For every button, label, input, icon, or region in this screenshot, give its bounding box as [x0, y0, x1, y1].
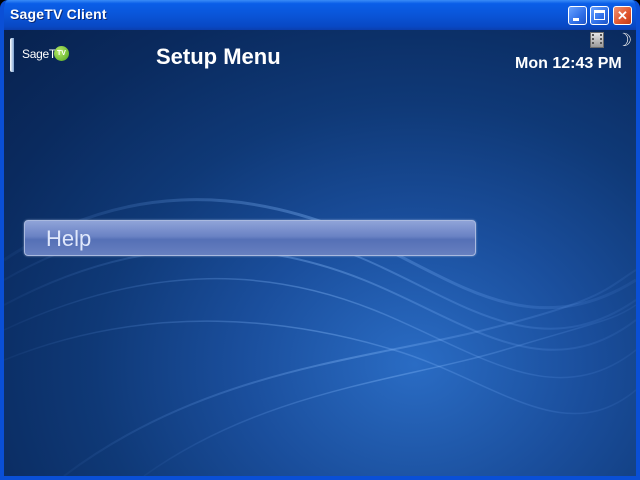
logo-bar — [10, 38, 14, 72]
app-window: SageTV Client ✕ SageTV TV Setup Menu ☽ M… — [0, 0, 640, 480]
film-icon — [590, 32, 604, 48]
close-icon: ✕ — [617, 8, 628, 23]
minimize-icon — [573, 18, 579, 21]
close-button[interactable]: ✕ — [613, 6, 632, 25]
moon-icon: ☽ — [616, 30, 633, 50]
menu-item-label: Help — [46, 226, 92, 251]
title-bar[interactable]: SageTV Client ✕ — [4, 0, 636, 30]
maximize-button[interactable] — [590, 6, 609, 25]
page-title: Setup Menu — [156, 44, 281, 69]
window-title: SageTV Client — [10, 6, 107, 22]
menu-item-help[interactable]: Help — [24, 220, 476, 256]
sagetv-logo: SageTV TV — [10, 38, 80, 72]
main-content: SageTV TV Setup Menu ☽ Mon 12:43 PM Help — [4, 30, 636, 476]
logo-badge-icon: TV — [54, 46, 69, 61]
status-icons: ☽ — [590, 30, 634, 52]
minimize-button[interactable] — [568, 6, 587, 25]
clock: Mon 12:43 PM — [515, 55, 622, 72]
maximize-icon — [594, 10, 605, 20]
